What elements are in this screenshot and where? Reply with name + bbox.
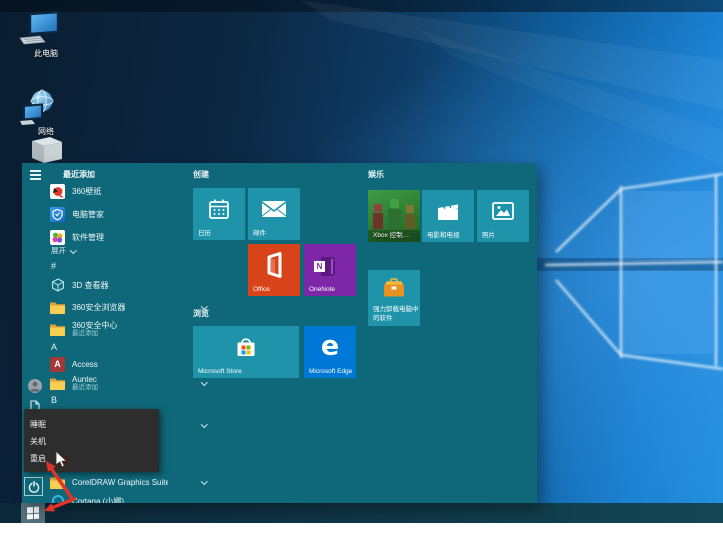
cortana-icon [50, 494, 65, 504]
chevron-down-icon[interactable] [201, 478, 207, 484]
folder-icon [50, 322, 65, 337]
mail-icon [261, 199, 287, 219]
office-icon [264, 252, 284, 278]
desktop-icon-label: 此电脑 [18, 48, 74, 59]
tile-photos[interactable]: 照片 [477, 190, 529, 242]
screen: 此电脑 网络 [0, 0, 723, 540]
power-button[interactable] [24, 477, 43, 496]
tile-uninstaller[interactable]: 强力卸载电脑中 的软件 [368, 270, 420, 326]
tile-group-title-create: 创建 [193, 169, 209, 180]
folder-icon [50, 475, 65, 490]
taskbar [0, 503, 723, 523]
tile-label: 邮件 [253, 227, 266, 237]
app-item-3d-viewer[interactable]: 3D 查看器 [50, 277, 210, 293]
desktop-icon-this-pc[interactable]: 此电脑 [18, 10, 74, 59]
network-icon [18, 88, 74, 126]
software-manager-pinwheel-icon [50, 230, 65, 245]
tile-microsoft-store[interactable]: Microsoft Store [193, 326, 299, 378]
user-avatar[interactable] [22, 379, 48, 393]
tile-onenote[interactable]: N OneNote [304, 244, 356, 296]
app-item-label: 360安全中心 [72, 321, 117, 330]
app-item-label: 电脑管家 [72, 209, 104, 220]
chevron-down-icon[interactable] [201, 379, 207, 385]
tile-movies-tv[interactable]: 电影和电视 [422, 190, 474, 242]
app-item-subtitle: 最近添加 [72, 330, 117, 337]
tile-mail[interactable]: 邮件 [248, 188, 300, 240]
menu-item-shutdown[interactable]: 关机 [24, 433, 159, 450]
calendar-icon [208, 198, 230, 220]
app-item-label: 3D 查看器 [72, 280, 108, 291]
tile-label: Office [253, 286, 270, 293]
app-item-label: Access [72, 360, 98, 369]
start-button[interactable] [21, 503, 45, 523]
tile-label: Microsoft Store [198, 368, 242, 375]
app-item-label: Auntec [72, 375, 98, 384]
tile-office[interactable]: Office [248, 244, 300, 296]
tile-label: 照片 [482, 229, 495, 239]
app-item-label: Cortana (小娜) [72, 496, 124, 504]
power-icon [27, 480, 41, 494]
section-letter-a[interactable]: A [51, 342, 57, 352]
power-flyout-menu: 睡眠 关机 重启 [24, 409, 159, 472]
box-icon [26, 133, 66, 163]
toolbox-icon [381, 277, 407, 298]
360wallpaper-icon [50, 184, 65, 199]
desktop-icon-network[interactable]: 网络 [18, 88, 74, 137]
app-item-label: 软件管理 [72, 232, 104, 243]
movies-clapper-icon [436, 200, 460, 222]
hamburger-menu-icon[interactable] [22, 170, 48, 180]
app-item-access[interactable]: A Access [50, 356, 210, 372]
chevron-down-icon [70, 247, 76, 253]
tile-group-title-browse: 浏览 [193, 308, 209, 319]
app-item-cortana[interactable]: Cortana (小娜) [50, 493, 210, 503]
folder-icon [50, 376, 65, 391]
app-item-360wallpaper[interactable]: 360壁纸 [50, 183, 210, 199]
app-item-coreldraw[interactable]: CorelDRAW Graphics Suite 20… [50, 474, 210, 490]
chevron-down-icon[interactable] [201, 421, 207, 427]
app-item-pc-manager[interactable]: 电脑管家 [50, 206, 210, 222]
recent-added-header: 最近添加 [63, 169, 95, 180]
app-item-360browser[interactable]: 360安全浏览器 [50, 299, 210, 315]
folder-icon [50, 300, 65, 315]
tile-calendar[interactable]: 日历 [193, 188, 245, 240]
tile-label: 电影和电视 [427, 229, 460, 239]
onenote-n-badge: N [314, 261, 325, 272]
expand-collapse-control[interactable]: 展开 [51, 245, 76, 256]
app-item-label: CorelDRAW Graphics Suite 20… [72, 478, 168, 487]
app-item-auntec[interactable]: Auntec 最近添加 [50, 373, 210, 393]
tile-xbox-console[interactable]: Xbox 控制… [368, 190, 420, 242]
windows-logo-icon [27, 507, 39, 520]
menu-item-sleep[interactable]: 睡眠 [24, 416, 159, 433]
app-item-software-manager[interactable]: 软件管理 [50, 229, 210, 245]
store-bag-icon [234, 335, 258, 359]
menu-item-restart[interactable]: 重启 [24, 450, 159, 467]
app-item-label: 360壁纸 [72, 186, 101, 197]
expand-label: 展开 [51, 245, 66, 256]
tile-label: 日历 [198, 227, 211, 237]
tile-label: Microsoft Edge [309, 368, 352, 375]
app-item-360security-center[interactable]: 360安全中心 最近添加 [50, 319, 210, 339]
3d-viewer-cube-icon [50, 278, 65, 293]
tile-group-title-entertainment: 娱乐 [368, 169, 384, 180]
section-letter-hash[interactable]: # [51, 261, 56, 271]
app-item-subtitle: 最近添加 [72, 384, 98, 391]
app-item-label: 360安全浏览器 [72, 302, 125, 313]
tile-label-line2: 的软件 [373, 312, 393, 322]
tile-label: Xbox 控制… [373, 229, 409, 239]
avatar-icon [28, 379, 42, 393]
this-pc-icon [18, 10, 74, 48]
tile-label: OneNote [309, 286, 335, 293]
pc-manager-shield-icon [50, 207, 65, 222]
section-letter-b[interactable]: B [51, 395, 57, 405]
photos-icon [491, 200, 515, 222]
tile-microsoft-edge[interactable]: e Microsoft Edge [304, 326, 356, 378]
access-icon: A [50, 357, 65, 372]
edge-logo-icon: e [321, 330, 339, 361]
